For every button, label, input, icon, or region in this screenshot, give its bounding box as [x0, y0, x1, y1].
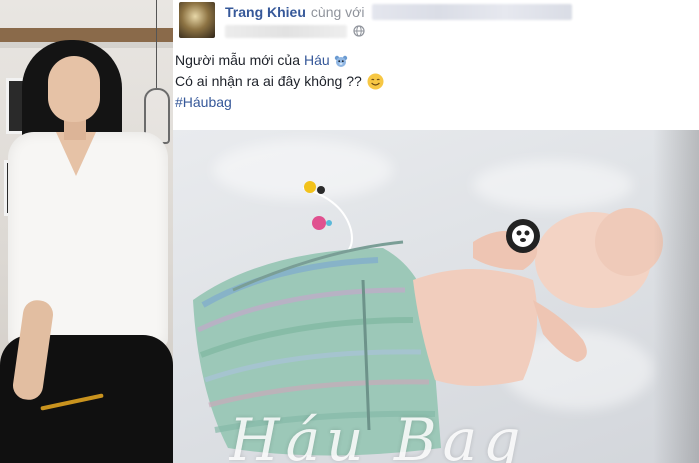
post-header: Trang Khieu cùng với	[173, 0, 699, 48]
teddy-bear-icon	[334, 55, 347, 67]
message-line-1: Người mẫu mới của Háu	[175, 50, 685, 71]
baby	[413, 208, 663, 386]
model-face	[48, 56, 100, 122]
mention-link[interactable]: Háu	[304, 50, 330, 71]
lamp-cord	[156, 0, 157, 90]
smiling-face-icon	[367, 73, 384, 90]
facebook-post: Trang Khieu cùng với Người mẫu mới của H…	[173, 0, 699, 463]
yellow-toy-bead	[304, 181, 316, 193]
author-name-link[interactable]: Trang Khieu	[225, 4, 306, 20]
message-text: Người mẫu mới của	[175, 52, 300, 68]
message-line-3: #Háubag	[175, 92, 685, 113]
post-photo[interactable]: Háu Bag	[173, 130, 699, 463]
author-avatar[interactable]	[179, 2, 215, 38]
message-line-2: Có ai nhận ra ai đây không ??	[175, 71, 685, 92]
with-label: cùng với	[310, 4, 365, 20]
blurred-tagged-people	[372, 4, 573, 20]
author-line: Trang Khieu cùng với	[225, 3, 573, 21]
photo-watermark: Háu Bag	[229, 406, 527, 463]
model-photo	[0, 0, 173, 463]
pink-toy-bead	[312, 216, 326, 230]
wooden-shelf	[0, 28, 173, 42]
blurred-timestamp	[225, 24, 347, 38]
post-meta	[225, 24, 365, 38]
post-message: Người mẫu mới của Háu Có ai nhận ra ai đ…	[175, 50, 685, 113]
globe-icon[interactable]	[353, 25, 365, 37]
hashtag-link[interactable]: #Háubag	[175, 92, 232, 113]
message-text: Có ai nhận ra ai đây không ??	[175, 73, 362, 89]
